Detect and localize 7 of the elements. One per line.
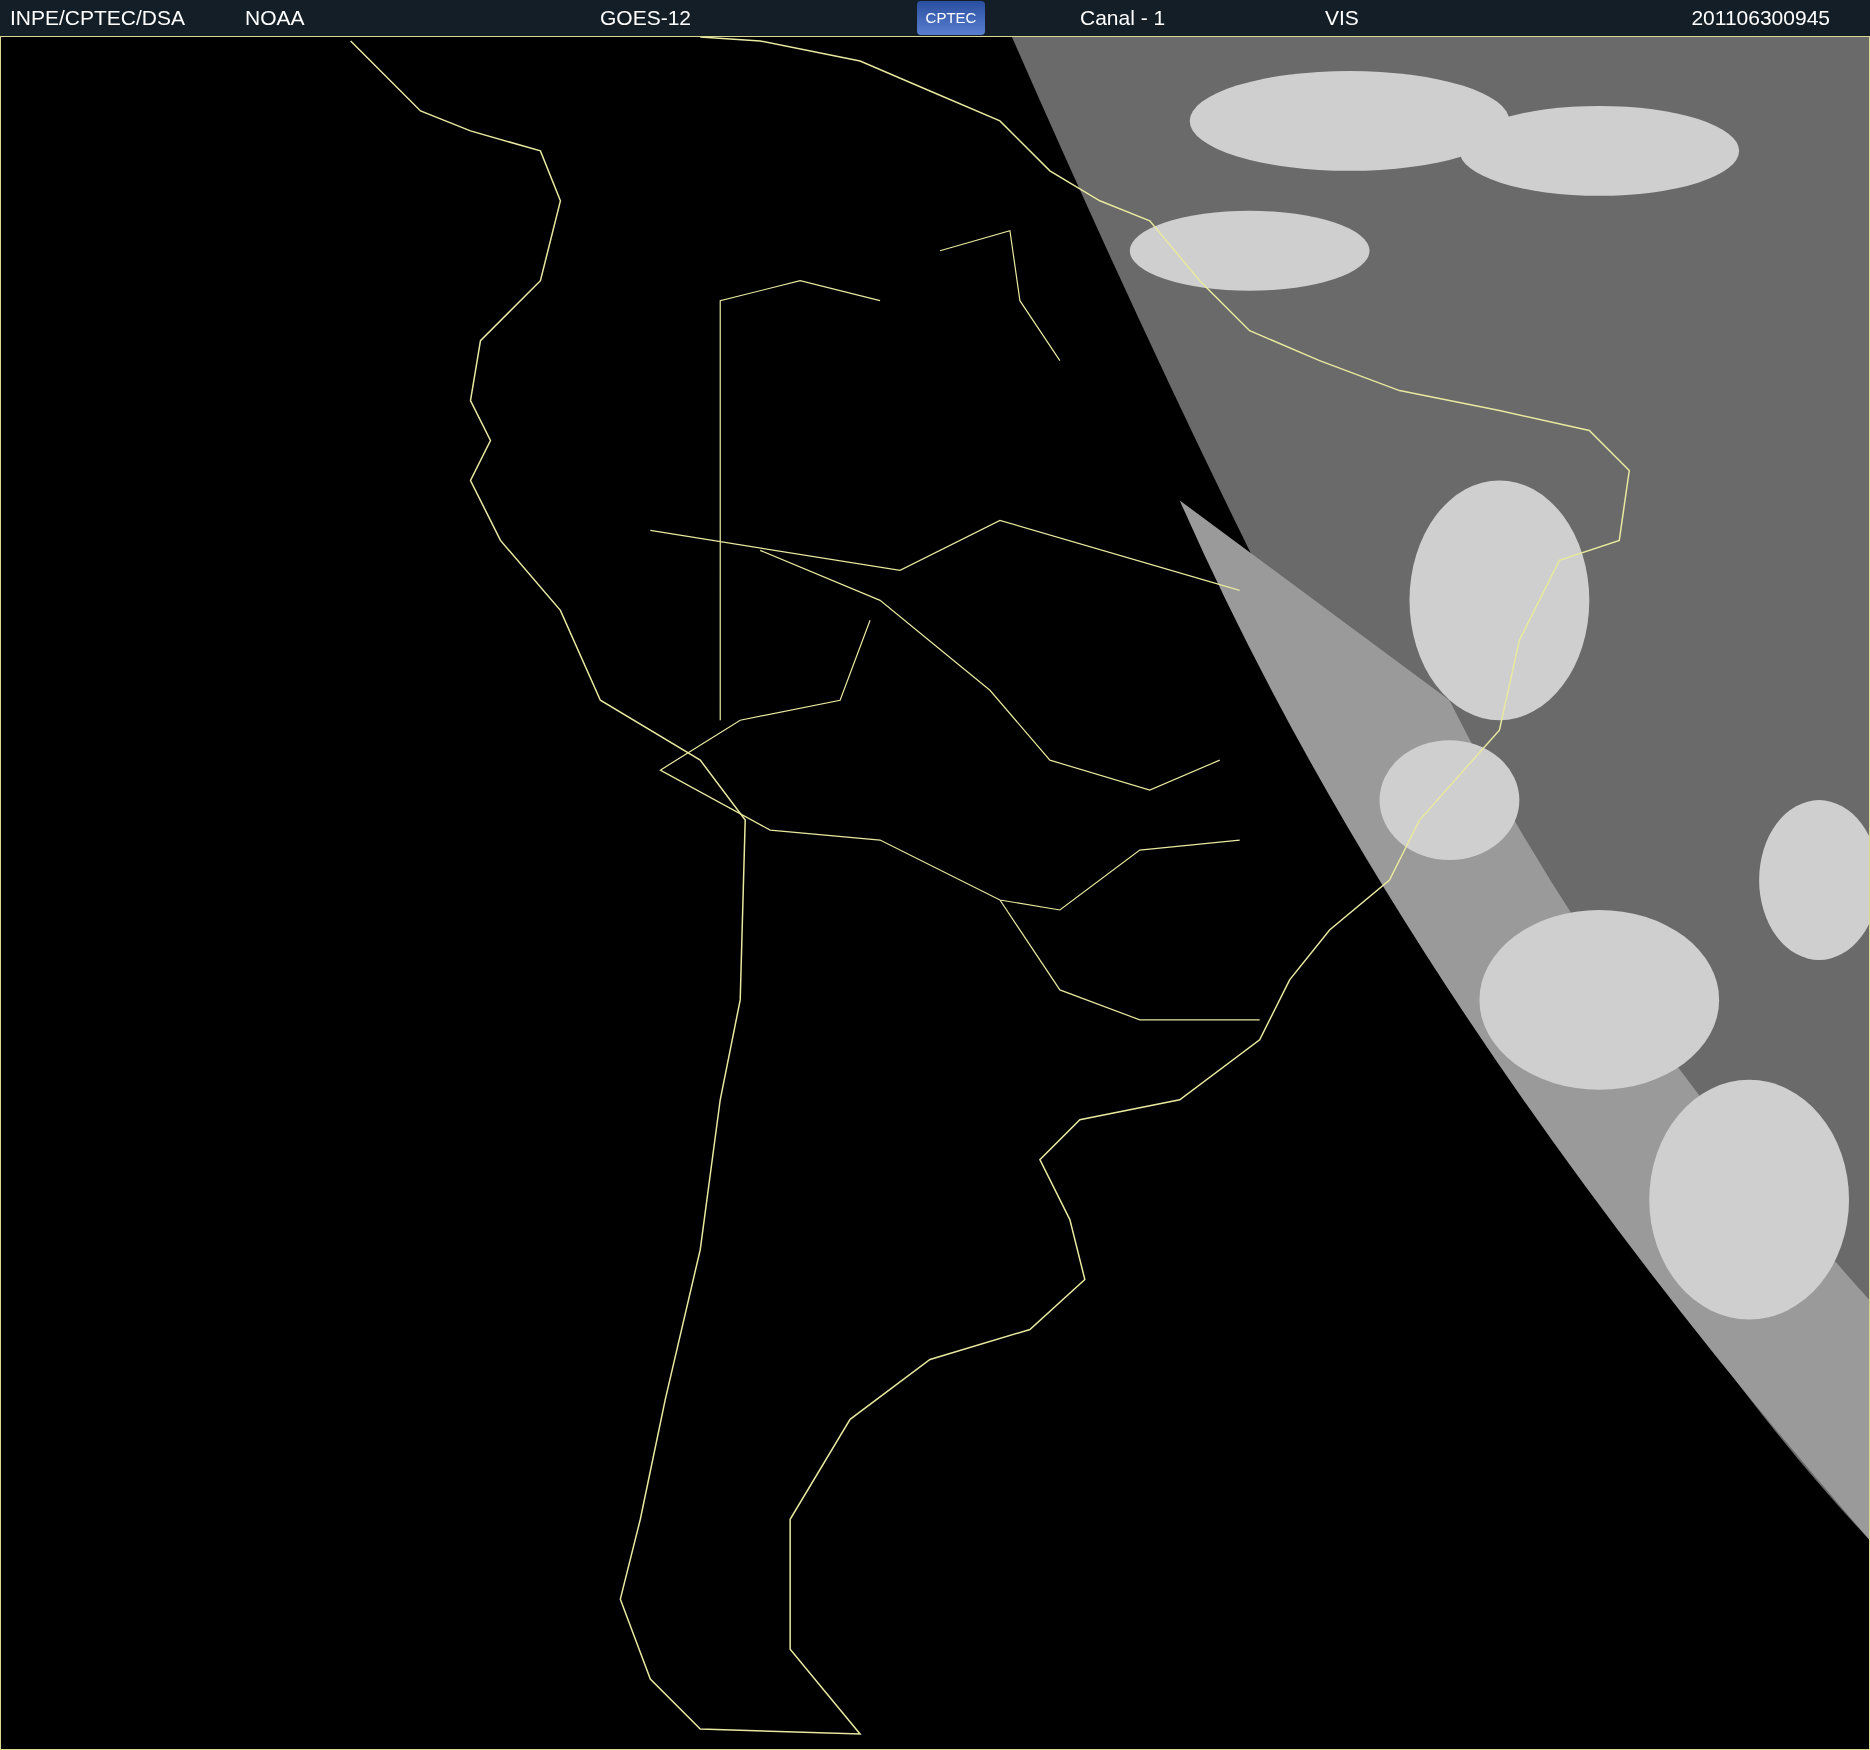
channel-label: Canal - 1 — [1080, 5, 1167, 32]
source-label: INPE/CPTEC/DSA — [10, 5, 187, 32]
satellite-label: GOES-12 — [600, 5, 693, 32]
logo: CPTEC — [917, 1, 985, 35]
timestamp-label: 201106300945 — [1691, 5, 1830, 32]
agency-label: NOAA — [245, 5, 306, 32]
band-label: VIS — [1325, 5, 1359, 32]
